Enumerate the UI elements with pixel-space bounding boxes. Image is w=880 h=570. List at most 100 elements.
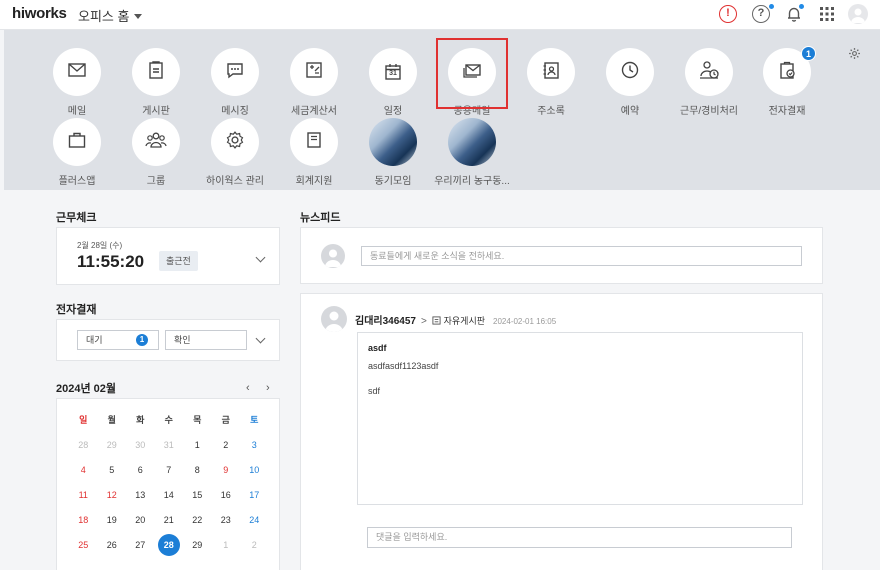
app-label: 일정: [383, 106, 403, 117]
calendar-day[interactable]: 29: [183, 534, 212, 559]
calendar-day[interactable]: 4: [69, 459, 98, 484]
calendar-day[interactable]: 22: [183, 509, 212, 534]
calendar-day[interactable]: 15: [183, 484, 212, 509]
calendar-day[interactable]: 20: [126, 509, 155, 534]
calendar-day[interactable]: 12: [98, 484, 127, 509]
calendar-day[interactable]: 13: [126, 484, 155, 509]
calendar-day[interactable]: 23: [212, 509, 241, 534]
calendar-day[interactable]: 2: [212, 434, 241, 459]
calendar-day-number: 8: [194, 465, 200, 475]
app-label: 메일: [67, 106, 87, 117]
newsfeed-title: 뉴스피드: [300, 212, 341, 224]
app-board[interactable]: 게시판: [111, 48, 201, 117]
calendar-day[interactable]: 8: [183, 459, 212, 484]
calendar-day[interactable]: 1: [212, 534, 241, 559]
chevron-down-icon[interactable]: [255, 333, 266, 344]
board-icon: [146, 60, 166, 85]
calendar-day[interactable]: 26: [98, 534, 127, 559]
approval-count-badge: 1: [801, 46, 816, 61]
calendar-day[interactable]: 28: [69, 434, 98, 459]
calendar-day-number: 14: [163, 490, 174, 500]
clock-icon: [620, 60, 640, 85]
group-photo-icon: [448, 118, 496, 166]
comment-input[interactable]: 댓글을 입력하세요.: [367, 527, 792, 548]
calendar-day[interactable]: 6: [126, 459, 155, 484]
app-reservation[interactable]: 예약: [585, 48, 675, 117]
calendar-day[interactable]: 27: [126, 534, 155, 559]
calendar-day[interactable]: 10: [240, 459, 269, 484]
calendar-day-number: 11: [78, 490, 88, 500]
calendar-day-number: 30: [135, 440, 146, 450]
calendar-day[interactable]: 9: [212, 459, 241, 484]
calendar-day[interactable]: 3: [240, 434, 269, 459]
approval-waiting-label: 대기: [86, 335, 103, 345]
help-icon[interactable]: ?: [752, 5, 770, 23]
calendar-day[interactable]: 18: [69, 509, 98, 534]
app-label: 동기모임: [374, 176, 412, 187]
app-e-approval[interactable]: 1 전자결재: [742, 46, 832, 117]
app-label: 하이웍스 관리: [206, 176, 264, 187]
calendar-day[interactable]: 1: [183, 434, 212, 459]
calendar-day[interactable]: 24: [240, 509, 269, 534]
app-plus-app[interactable]: 플러스앱: [32, 118, 122, 187]
attendance-card: 2월 28일 (수) 11:55:20 출근전: [56, 227, 280, 285]
group-icon: [145, 130, 167, 155]
app-accounting[interactable]: 회계지원: [269, 118, 359, 187]
app-messaging[interactable]: 메시징: [190, 48, 280, 117]
group-photo-icon: [369, 118, 417, 166]
calendar-day[interactable]: 2: [240, 534, 269, 559]
app-address-book[interactable]: 주소록: [506, 48, 596, 117]
shared-mail-highlight: [436, 38, 508, 109]
app-work-expense[interactable]: 근무/경비처리: [664, 48, 754, 117]
calendar-day[interactable]: 31: [155, 434, 184, 459]
calendar-day[interactable]: 7: [155, 459, 184, 484]
calendar-day-number: 28: [157, 534, 180, 556]
user-avatar[interactable]: [848, 4, 868, 24]
app-group[interactable]: 그룹: [111, 118, 201, 187]
app-group-dongi[interactable]: 동기모임: [348, 118, 438, 187]
office-home-dropdown[interactable]: 오피스 홈: [78, 6, 143, 25]
help-notification-dot: [769, 4, 774, 9]
calendar-day[interactable]: 14: [155, 484, 184, 509]
gear-icon: [225, 130, 245, 155]
alert-icon[interactable]: !: [719, 5, 737, 23]
calendar-day[interactable]: 25: [69, 534, 98, 559]
app-mail[interactable]: 메일: [32, 48, 122, 117]
calendar-day[interactable]: 29: [98, 434, 127, 459]
calendar-day[interactable]: 16: [212, 484, 241, 509]
calendar-day-number: 15: [192, 490, 203, 500]
approval-waiting-count: 1: [136, 334, 148, 346]
app-schedule[interactable]: 31 일정: [348, 48, 438, 117]
briefcase-icon: [67, 130, 87, 155]
app-group-basketball[interactable]: 우리끼리 농구동...: [427, 118, 517, 187]
post-author[interactable]: 김대리346457: [355, 316, 416, 327]
calendar-day-number: 27: [135, 540, 146, 550]
chevron-down-icon[interactable]: [255, 252, 266, 263]
calendar-prev-button[interactable]: ‹: [246, 382, 250, 394]
post-board-link[interactable]: 자유게시판: [444, 316, 485, 326]
panel-settings-icon[interactable]: [848, 47, 861, 65]
app-hiworks-admin[interactable]: 하이웍스 관리: [190, 118, 280, 187]
calendar-day[interactable]: 11: [69, 484, 98, 509]
compose-input[interactable]: 동료들에게 새로운 소식을 전하세요.: [361, 246, 802, 266]
calendar-day-number: 16: [220, 490, 231, 500]
calendar-day-number: 7: [166, 465, 172, 475]
calendar-weekday: 일: [79, 415, 88, 425]
calendar-day[interactable]: 17: [240, 484, 269, 509]
hiworks-logo[interactable]: hiworks: [12, 5, 67, 22]
post-content: asdf asdfasdf1123asdf sdf: [357, 332, 803, 505]
app-tax-invoice[interactable]: 세금계산서: [269, 48, 359, 117]
approval-card: 대기 1 확인: [56, 319, 280, 361]
calendar-day-number: 31: [163, 440, 174, 450]
calendar-next-button[interactable]: ›: [266, 382, 270, 394]
top-bar: hiworks 오피스 홈 ! ?: [0, 0, 880, 30]
calendar-day[interactable]: 19: [98, 509, 127, 534]
calendar-day[interactable]: 21: [155, 509, 184, 534]
calendar-day[interactable]: 30: [126, 434, 155, 459]
apps-grid-icon[interactable]: [818, 5, 836, 23]
calendar-day[interactable]: 5: [98, 459, 127, 484]
avatar: [321, 244, 345, 268]
approval-confirm-box[interactable]: 확인: [165, 330, 247, 350]
approval-waiting-box[interactable]: 대기 1: [77, 330, 159, 350]
calendar-day-today[interactable]: 28: [155, 534, 184, 559]
